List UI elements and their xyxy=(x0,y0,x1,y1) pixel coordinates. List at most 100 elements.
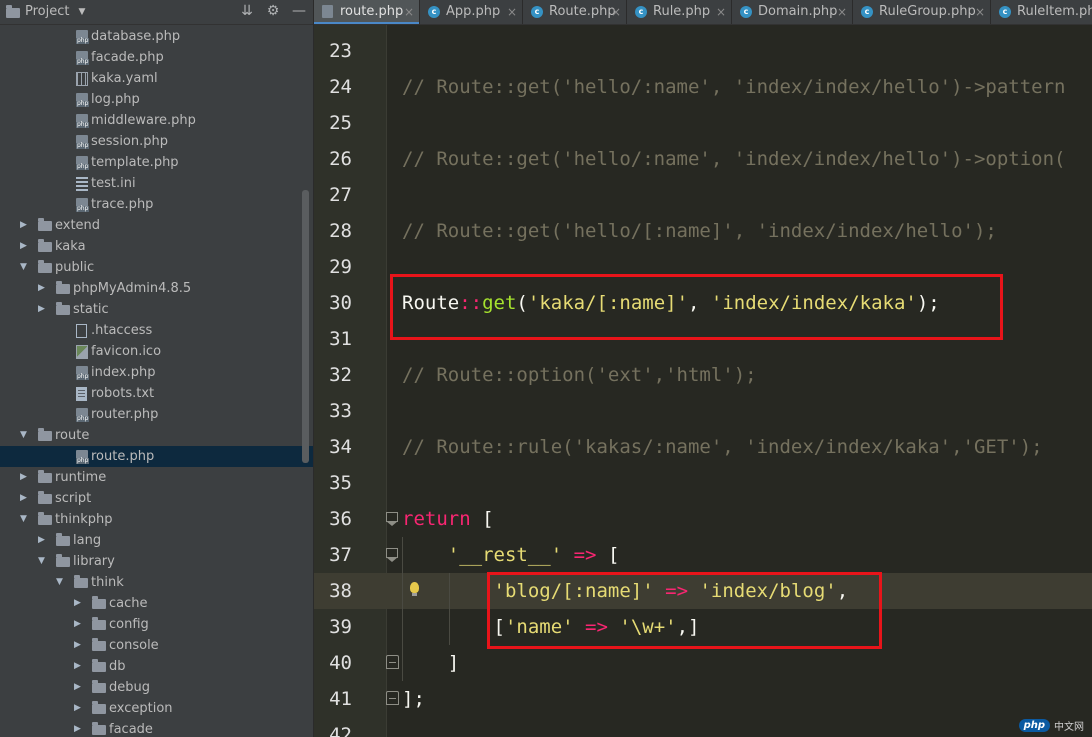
tree-item[interactable]: .htaccess xyxy=(0,320,313,341)
tree-item[interactable]: ▶ runtime xyxy=(0,467,313,488)
collapsed-arrow-icon[interactable]: ▶ xyxy=(74,593,84,614)
project-view-selector[interactable]: Project ▼ xyxy=(6,4,85,19)
editor-tab[interactable]: route.php × xyxy=(314,0,420,24)
tree-item[interactable]: ▶ db xyxy=(0,656,313,677)
collapsed-arrow-icon[interactable]: ▶ xyxy=(38,299,48,320)
tree-item[interactable]: ▶ facade xyxy=(0,719,313,737)
tree-item[interactable]: ▶ cache xyxy=(0,593,313,614)
folder-icon xyxy=(92,701,106,714)
tree-item[interactable]: ▶ console xyxy=(0,635,313,656)
code-line[interactable]: 27 xyxy=(314,177,1092,213)
close-tab-icon[interactable]: × xyxy=(716,0,726,24)
tree-item[interactable]: template.php xyxy=(0,152,313,173)
collapsed-arrow-icon[interactable]: ▶ xyxy=(20,236,30,257)
close-tab-icon[interactable]: × xyxy=(404,0,414,24)
code-line[interactable]: 28 // Route::get('hello/[:name]', 'index/… xyxy=(314,213,1092,249)
tree-item[interactable]: favicon.ico xyxy=(0,341,313,362)
tree-item[interactable]: index.php xyxy=(0,362,313,383)
expanded-arrow-icon[interactable]: ▼ xyxy=(20,509,30,530)
tab-label: Route.php xyxy=(549,4,616,19)
tree-item[interactable]: database.php xyxy=(0,26,313,47)
fold-end-icon[interactable] xyxy=(386,655,399,669)
code-line[interactable]: 35 xyxy=(314,465,1092,501)
tree-item[interactable]: ▶ phpMyAdmin4.8.5 xyxy=(0,278,313,299)
collapsed-arrow-icon[interactable]: ▶ xyxy=(74,656,84,677)
collapsed-arrow-icon[interactable]: ▶ xyxy=(38,530,48,551)
tree-item[interactable]: ▼ route xyxy=(0,425,313,446)
tree-item[interactable]: ▶ static xyxy=(0,299,313,320)
tree-scrollbar[interactable] xyxy=(302,190,309,463)
folder-icon xyxy=(92,596,106,609)
gear-icon[interactable]: ⚙ xyxy=(265,3,281,19)
code-line[interactable]: 33 xyxy=(314,393,1092,429)
tree-item[interactable]: middleware.php xyxy=(0,110,313,131)
code-line[interactable]: 26 // Route::get('hello/:name', 'index/in… xyxy=(314,141,1092,177)
tree-item[interactable]: ▶ kaka xyxy=(0,236,313,257)
code-line[interactable]: 24 // Route::get('hello/:name', 'index/in… xyxy=(314,69,1092,105)
tree-item[interactable]: trace.php xyxy=(0,194,313,215)
editor-tab[interactable]: c Rule.php × xyxy=(627,0,732,24)
hide-panel-icon[interactable]: — xyxy=(291,3,307,19)
fold-collapse-icon[interactable] xyxy=(386,548,398,562)
collapsed-arrow-icon[interactable]: ▶ xyxy=(20,488,30,509)
tree-item[interactable]: kaka.yaml xyxy=(0,68,313,89)
folder-icon xyxy=(56,554,70,567)
fold-collapse-icon[interactable] xyxy=(386,512,398,526)
tree-item[interactable]: test.ini xyxy=(0,173,313,194)
php-file-icon xyxy=(76,135,90,149)
code-line[interactable]: 32 // Route::option('ext','html'); xyxy=(314,357,1092,393)
collapsed-arrow-icon[interactable]: ▶ xyxy=(38,278,48,299)
close-tab-icon[interactable]: × xyxy=(975,0,985,24)
tree-item[interactable]: robots.txt xyxy=(0,383,313,404)
expanded-arrow-icon[interactable]: ▼ xyxy=(20,257,30,278)
collapsed-arrow-icon[interactable]: ▶ xyxy=(74,635,84,656)
collapsed-arrow-icon[interactable]: ▶ xyxy=(20,467,30,488)
tree-item[interactable]: ▼ public xyxy=(0,257,313,278)
editor-tab[interactable]: c Domain.php × xyxy=(732,0,853,24)
close-tab-icon[interactable]: × xyxy=(611,0,621,24)
tree-item[interactable]: router.php xyxy=(0,404,313,425)
editor-tab[interactable]: cRuleItem.php× xyxy=(991,0,1092,24)
tree-item[interactable]: ▶ debug xyxy=(0,677,313,698)
tree-item[interactable]: ▼ library xyxy=(0,551,313,572)
collapsed-arrow-icon[interactable]: ▶ xyxy=(74,677,84,698)
code-line[interactable]: 41]; xyxy=(314,681,1092,717)
yaml-file-icon xyxy=(76,72,88,86)
collapsed-arrow-icon[interactable]: ▶ xyxy=(74,719,84,737)
code-line[interactable]: 37 '__rest__' => [ xyxy=(314,537,1092,573)
close-tab-icon[interactable]: × xyxy=(837,0,847,24)
collapse-all-icon[interactable]: ⇊ xyxy=(239,3,255,19)
tree-item[interactable]: ▶ exception xyxy=(0,698,313,719)
tree-item[interactable]: facade.php xyxy=(0,47,313,68)
php-class-icon: c xyxy=(428,6,440,18)
collapsed-arrow-icon[interactable]: ▶ xyxy=(74,614,84,635)
tab-label: App.php xyxy=(446,4,501,19)
tree-item[interactable]: ▼ thinkphp xyxy=(0,509,313,530)
tree-item[interactable]: ▶ script xyxy=(0,488,313,509)
tree-item[interactable]: session.php xyxy=(0,131,313,152)
collapsed-arrow-icon[interactable]: ▶ xyxy=(20,215,30,236)
tree-item[interactable]: route.php xyxy=(0,446,313,467)
editor-tab[interactable]: c RuleGroup.php × xyxy=(853,0,991,24)
tree-item[interactable]: log.php xyxy=(0,89,313,110)
code-line[interactable]: 36 return [ xyxy=(314,501,1092,537)
tree-item[interactable]: ▶ extend xyxy=(0,215,313,236)
expanded-arrow-icon[interactable]: ▼ xyxy=(20,425,30,446)
tab-label: route.php xyxy=(340,4,404,19)
code-line[interactable]: 34 // Route::rule('kakas/:name', 'index/i… xyxy=(314,429,1092,465)
code-line[interactable]: 23 xyxy=(314,33,1092,69)
collapsed-arrow-icon[interactable]: ▶ xyxy=(74,698,84,719)
expanded-arrow-icon[interactable]: ▼ xyxy=(56,572,66,593)
close-tab-icon[interactable]: × xyxy=(507,0,517,24)
tree-item[interactable]: ▼ think xyxy=(0,572,313,593)
code-line[interactable]: 40 ] xyxy=(314,645,1092,681)
fold-end-icon[interactable] xyxy=(386,691,399,705)
tree-item[interactable]: ▶ config xyxy=(0,614,313,635)
editor-tab[interactable]: c Route.php × xyxy=(523,0,627,24)
code-line[interactable]: 42 xyxy=(314,717,1092,737)
code-editor[interactable]: 23 24// Route::get('hello/:name', 'index/… xyxy=(314,25,1092,737)
code-line[interactable]: 25 xyxy=(314,105,1092,141)
tree-item[interactable]: ▶ lang xyxy=(0,530,313,551)
editor-tab[interactable]: c App.php × xyxy=(420,0,523,24)
expanded-arrow-icon[interactable]: ▼ xyxy=(38,551,48,572)
